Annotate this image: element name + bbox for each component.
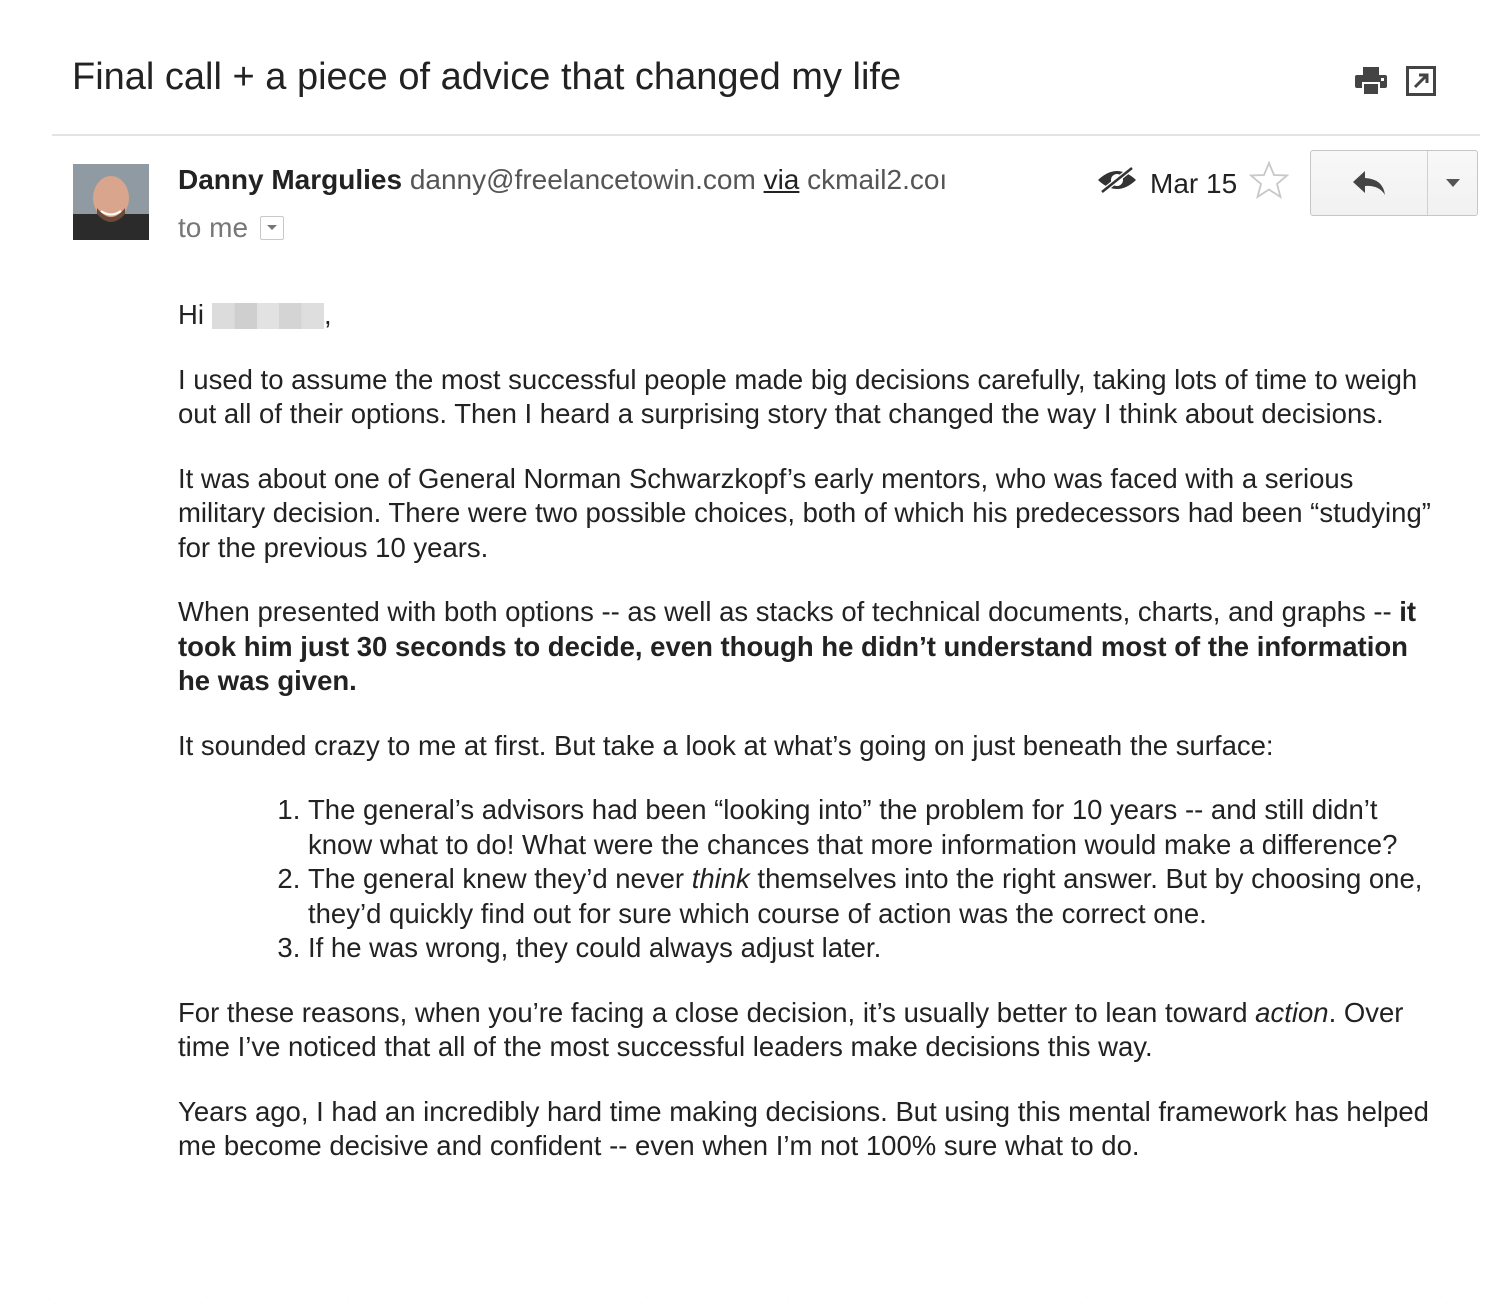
header-divider	[52, 134, 1480, 136]
sender-name[interactable]: Danny Margulies	[178, 164, 402, 195]
top-toolbar	[1354, 66, 1436, 96]
email-subject: Final call + a piece of advice that chan…	[72, 56, 902, 98]
sender-email: danny@freelancetowin.com	[409, 164, 756, 195]
star-icon[interactable]	[1248, 160, 1290, 207]
email-body: Hi , I used to assume the most successfu…	[178, 298, 1438, 1194]
redacted-name	[211, 302, 324, 329]
paragraph-3-text: When presented with both options -- as w…	[178, 596, 1400, 627]
paragraph-3: When presented with both options -- as w…	[178, 595, 1438, 699]
greeting: Hi ,	[178, 298, 1438, 333]
list-item-emphasis: think	[691, 863, 750, 894]
paragraph-5-text: For these reasons, when you’re facing a …	[178, 996, 1256, 1028]
recipient-label: to me	[178, 212, 249, 243]
paragraph-6: Years ago, I had an incredibly hard time…	[178, 1095, 1429, 1162]
numbered-list: The general’s advisors had been “looking…	[178, 793, 1438, 966]
sender-line: Danny Margulies danny@freelancetowin.com…	[178, 164, 1008, 196]
list-item: The general knew they’d never think them…	[308, 862, 1438, 931]
via-domain: ckmail2.coı	[807, 164, 948, 195]
paragraph-4: It sounded crazy to me at first. But tak…	[178, 729, 1274, 761]
greeting-word: Hi	[178, 299, 204, 330]
print-icon[interactable]	[1354, 66, 1388, 96]
list-item-text: The general knew they’d never	[308, 863, 692, 894]
list-item: If he was wrong, they could always adjus…	[308, 931, 1438, 966]
chevron-down-icon	[267, 225, 278, 230]
list-item: The general’s advisors had been “looking…	[308, 793, 1438, 862]
reply-button[interactable]	[1311, 151, 1428, 215]
message-meta: Mar 15	[1096, 160, 1290, 207]
more-actions-button[interactable]	[1428, 151, 1477, 215]
greeting-comma: ,	[323, 299, 332, 330]
reply-icon	[1353, 171, 1385, 195]
avatar[interactable]	[73, 164, 149, 240]
details-dropdown[interactable]	[260, 216, 285, 240]
reply-button-group	[1310, 150, 1478, 216]
unread-eye-icon[interactable]	[1096, 166, 1138, 201]
paragraph-5: For these reasons, when you’re facing a …	[178, 996, 1438, 1065]
paragraph-1: I used to assume the most successful peo…	[178, 363, 1418, 430]
message-date: Mar 15	[1150, 167, 1238, 199]
recipient-line: to me	[178, 212, 285, 244]
email-card: Final call + a piece of advice that chan…	[18, 14, 1484, 1304]
paragraph-2: It was about one of General Norman Schwa…	[178, 462, 1431, 563]
chevron-down-icon	[1445, 179, 1460, 187]
paragraph-5-emphasis: action	[1255, 996, 1329, 1028]
new-window-icon[interactable]	[1406, 66, 1436, 96]
via-link[interactable]: via	[764, 164, 800, 195]
